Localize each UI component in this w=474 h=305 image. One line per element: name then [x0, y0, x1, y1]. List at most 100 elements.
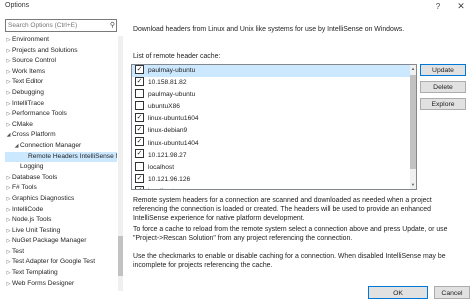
tree-item[interactable]: ▷ Database Tools — [5, 173, 117, 184]
collapsed-arrow-icon[interactable]: ▷ — [5, 173, 12, 184]
collapsed-arrow-icon[interactable]: ▷ — [5, 247, 12, 258]
unchecked-checkbox[interactable] — [135, 88, 144, 98]
cache-list-item[interactable]: localhost — [132, 161, 416, 174]
collapsed-arrow-icon[interactable]: ▷ — [5, 257, 12, 268]
tree-item-label: Test — [12, 247, 25, 255]
options-tree: ▷ Environment ▷ Projects and Solutions ▷ Sour… — [5, 35, 117, 290]
checked-checkbox[interactable]: ✓ — [135, 76, 144, 86]
cache-list-item-label: linux-debian9 — [148, 127, 188, 135]
tree-item-label: NuGet Package Manager — [12, 237, 87, 245]
collapsed-arrow-icon[interactable]: ▷ — [5, 236, 12, 247]
cache-list-item[interactable]: ✓ 10.158.81.82 — [132, 76, 416, 89]
unchecked-checkbox[interactable] — [135, 101, 144, 111]
tree-item-label: Environment — [12, 36, 50, 43]
tree-item[interactable]: ▷ F# Tools — [5, 183, 117, 194]
tree-item[interactable]: ▷ Node.js Tools — [5, 215, 117, 226]
collapsed-arrow-icon[interactable]: ▷ — [5, 279, 12, 290]
collapsed-arrow-icon[interactable]: ▷ — [5, 46, 12, 57]
cache-list-item[interactable]: ubuntuX86 — [132, 101, 416, 113]
cache-list-item[interactable]: ✓ localhost — [132, 185, 416, 189]
tree-item-label: Node.js Tools — [12, 216, 52, 224]
tree-item[interactable]: ▷ Environment — [5, 35, 117, 46]
tree-item[interactable]: ▷ Graphics Diagnostics — [5, 194, 117, 205]
cache-list-item[interactable]: ✓ linux-ubuntu1404 — [132, 137, 416, 150]
collapsed-arrow-icon[interactable]: ▷ — [5, 268, 12, 279]
window-title: Options — [5, 2, 30, 9]
update-button[interactable]: Update — [420, 64, 466, 76]
help-button[interactable]: ? — [428, 0, 448, 13]
collapsed-arrow-icon[interactable]: ▷ — [5, 183, 12, 194]
tree-item[interactable]: ◢ Connection Manager — [5, 141, 117, 152]
scroll-down-icon[interactable]: ▼ — [410, 181, 416, 189]
close-button[interactable]: ✕ — [451, 0, 471, 13]
collapsed-arrow-icon[interactable]: ▷ — [5, 67, 12, 78]
collapsed-arrow-icon[interactable]: ▷ — [5, 205, 12, 216]
checked-checkbox[interactable]: ✓ — [135, 185, 144, 189]
tree-item[interactable]: ▷ Source Control — [5, 56, 117, 67]
cancel-button[interactable]: Cancel — [434, 286, 470, 299]
tree-item[interactable]: ▷ NuGet Package Manager — [5, 236, 117, 247]
expanded-arrow-icon[interactable]: ◢ — [13, 141, 20, 152]
search-icon[interactable]: ⚲ — [110, 20, 115, 31]
tree-item[interactable]: ▷ Web Forms Designer — [5, 279, 117, 290]
collapsed-arrow-icon[interactable]: ▷ — [5, 226, 12, 237]
tree-item[interactable]: ▷ Work Items — [5, 67, 117, 78]
checked-checkbox[interactable]: ✓ — [135, 113, 144, 123]
tree-item[interactable]: ▷ Text Templating — [5, 268, 117, 279]
remote-header-cache-list[interactable]: ✓ paulmay-ubuntu ✓ 10.158.81.82 paulmay-ubun… — [131, 64, 417, 190]
unchecked-checkbox[interactable] — [135, 161, 144, 171]
collapsed-arrow-icon[interactable]: ▷ — [5, 56, 12, 67]
collapsed-arrow-icon[interactable]: ▷ — [5, 99, 12, 110]
cache-list-item[interactable]: ✓ 10.121.98.27 — [132, 149, 416, 162]
search-box[interactable]: ⚲ — [5, 19, 117, 32]
collapsed-arrow-icon[interactable]: ▷ — [5, 77, 12, 88]
explore-button[interactable]: Explore — [420, 98, 466, 110]
tree-item[interactable]: ▷ Test Adapter for Google Test — [5, 257, 117, 268]
tree-item[interactable]: ▷ Test — [5, 247, 117, 258]
tree-item-label: IntelliTrace — [12, 99, 45, 107]
cache-list-scrollbar[interactable]: ▲ ▼ — [410, 65, 416, 189]
checked-checkbox[interactable]: ✓ — [135, 125, 144, 135]
expanded-arrow-icon[interactable]: ◢ — [5, 130, 12, 141]
delete-button[interactable]: Delete — [420, 81, 466, 93]
tree-item-label: Work Items — [12, 67, 46, 75]
search-input[interactable] — [6, 20, 104, 31]
tree-item[interactable]: ▷ IntelliCode — [5, 205, 117, 216]
scroll-up-icon[interactable]: ▲ — [410, 65, 416, 73]
tree-item[interactable]: ▷ Performance Tools — [5, 109, 117, 120]
cache-list-item[interactable]: ✓ 10.121.96.126 — [132, 173, 416, 186]
tree-item[interactable]: ▷ Text Editor — [5, 77, 117, 88]
tree-item[interactable]: ▷ CMake — [5, 120, 117, 131]
collapsed-arrow-icon[interactable]: ▷ — [5, 109, 12, 120]
cache-list-item[interactable]: ✓ paulmay-ubuntu — [132, 65, 416, 78]
tree-item[interactable]: Logging — [5, 162, 117, 173]
collapsed-arrow-icon[interactable]: ▷ — [5, 35, 12, 46]
description-paragraph-2: To force a cache to reload from the remo… — [133, 226, 448, 242]
tree-item[interactable]: ▷ Debugging — [5, 88, 117, 99]
collapsed-arrow-icon[interactable]: ▷ — [5, 194, 12, 205]
tree-item-label: Performance Tools — [12, 110, 67, 118]
checked-checkbox[interactable]: ✓ — [135, 65, 144, 74]
cache-list-rows: ✓ paulmay-ubuntu ✓ 10.158.81.82 paulmay-ubun… — [132, 65, 416, 189]
checked-checkbox[interactable]: ✓ — [135, 137, 144, 147]
tree-item[interactable]: ▷ Live Unit Testing — [5, 226, 117, 237]
tree-item[interactable]: ▷ Projects and Solutions — [5, 46, 117, 57]
collapsed-arrow-icon[interactable]: ▷ — [5, 88, 12, 99]
tree-item-label: IntelliCode — [12, 205, 44, 213]
tree-scrollbar-thumb[interactable] — [118, 236, 123, 276]
tree-item-label: Graphics Diagnostics — [12, 194, 75, 202]
cache-list-item-label: paulmay-ubuntu — [148, 91, 196, 99]
cache-list-scrollbar-thumb[interactable] — [410, 75, 416, 169]
tree-item[interactable]: ◢ Cross Platform — [5, 130, 117, 141]
tree-item[interactable]: ▷ IntelliTrace — [5, 99, 117, 110]
tree-item[interactable]: Remote Headers IntelliSense Ma — [5, 151, 117, 163]
checked-checkbox[interactable]: ✓ — [135, 173, 144, 183]
collapsed-arrow-icon[interactable]: ▷ — [5, 215, 12, 226]
collapsed-arrow-icon[interactable]: ▷ — [5, 120, 12, 131]
cache-list-item[interactable]: ✓ linux-ubuntu1604 — [132, 113, 416, 125]
checked-checkbox[interactable]: ✓ — [135, 149, 144, 159]
cache-list-item[interactable]: paulmay-ubuntu — [132, 88, 416, 101]
ok-button[interactable]: OK — [368, 286, 428, 299]
tree-scrollbar[interactable] — [118, 36, 123, 291]
cache-list-item[interactable]: ✓ linux-debian9 — [132, 125, 416, 137]
